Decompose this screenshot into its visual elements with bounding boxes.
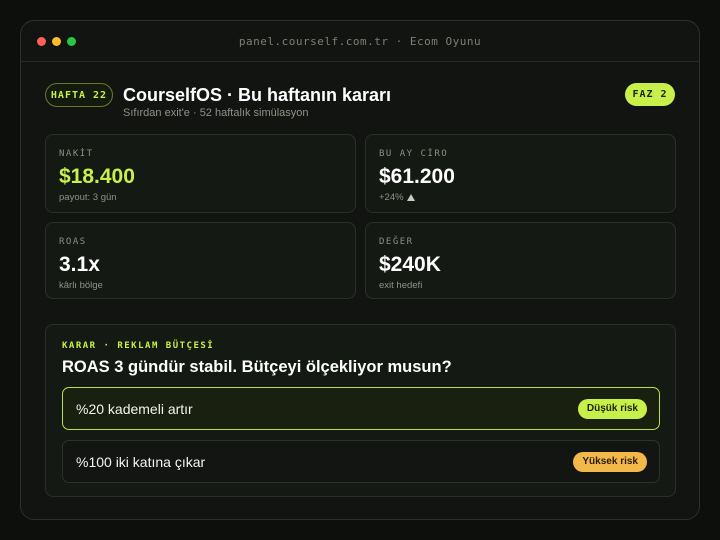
decision-question: ROAS 3 gündür stabil. Bütçeyi ölçekliyor…	[62, 358, 452, 376]
decision-kicker: KARAR · REKLAM BÜTÇESİ	[62, 341, 215, 351]
risk-badge-low: Düşük risk	[577, 398, 647, 419]
stat-label: NAKİT	[59, 149, 94, 159]
stat-value: $18.400	[59, 165, 135, 188]
stat-note-text: +24%	[379, 192, 404, 203]
option-gradual-increase[interactable]: %20 kademeli artır Düşük risk	[62, 387, 660, 430]
stat-note: kârlı bölge	[59, 280, 103, 291]
option-label: %100 iki katına çıkar	[76, 453, 206, 470]
page-header: HAFTA 22 CourselfOS · Bu haftanın kararı…	[45, 83, 675, 123]
risk-badge-high: Yüksek risk	[573, 451, 647, 472]
stat-label: BU AY CİRO	[379, 149, 449, 159]
stat-note: exit hedefi	[379, 280, 423, 291]
maximize-dot-icon[interactable]	[67, 37, 76, 46]
minimize-dot-icon[interactable]	[52, 37, 61, 46]
stat-value: 3.1x	[59, 253, 100, 276]
decision-panel: KARAR · REKLAM BÜTÇESİ ROAS 3 gündür sta…	[45, 324, 676, 497]
stat-card-cash: NAKİT $18.400 payout: 3 gün	[45, 134, 356, 213]
stat-note: +24%	[379, 192, 662, 203]
stat-card-value: DEĞER $240K exit hedefi	[365, 222, 676, 299]
stat-card-roas: ROAS 3.1x kârlı bölge	[45, 222, 356, 299]
stat-label: DEĞER	[379, 237, 414, 247]
up-triangle-icon	[406, 194, 415, 201]
stat-card-revenue: BU AY CİRO $61.200 +24%	[365, 134, 676, 213]
title-bar: panel.courself.com.tr · Ecom Oyunu	[21, 21, 699, 62]
page-subtitle: Sıfırdan exit'e · 52 haftalık simülasyon	[123, 107, 309, 119]
stat-value: $61.200	[379, 165, 455, 188]
window-url: panel.courself.com.tr · Ecom Oyunu	[238, 34, 482, 48]
page-title: CourselfOS · Bu haftanın kararı	[123, 85, 392, 105]
close-dot-icon[interactable]	[37, 37, 46, 46]
week-badge: HAFTA 22	[45, 83, 113, 107]
app-window: panel.courself.com.tr · Ecom Oyunu HAFTA…	[20, 20, 700, 520]
option-double-budget[interactable]: %100 iki katına çıkar Yüksek risk	[62, 440, 660, 483]
stat-value: $240K	[379, 253, 441, 276]
stat-label: ROAS	[59, 237, 87, 247]
option-label: %20 kademeli artır	[76, 400, 193, 417]
stat-note: payout: 3 gün	[59, 192, 117, 203]
window-controls	[37, 37, 76, 46]
phase-badge: FAZ 2	[625, 83, 675, 106]
